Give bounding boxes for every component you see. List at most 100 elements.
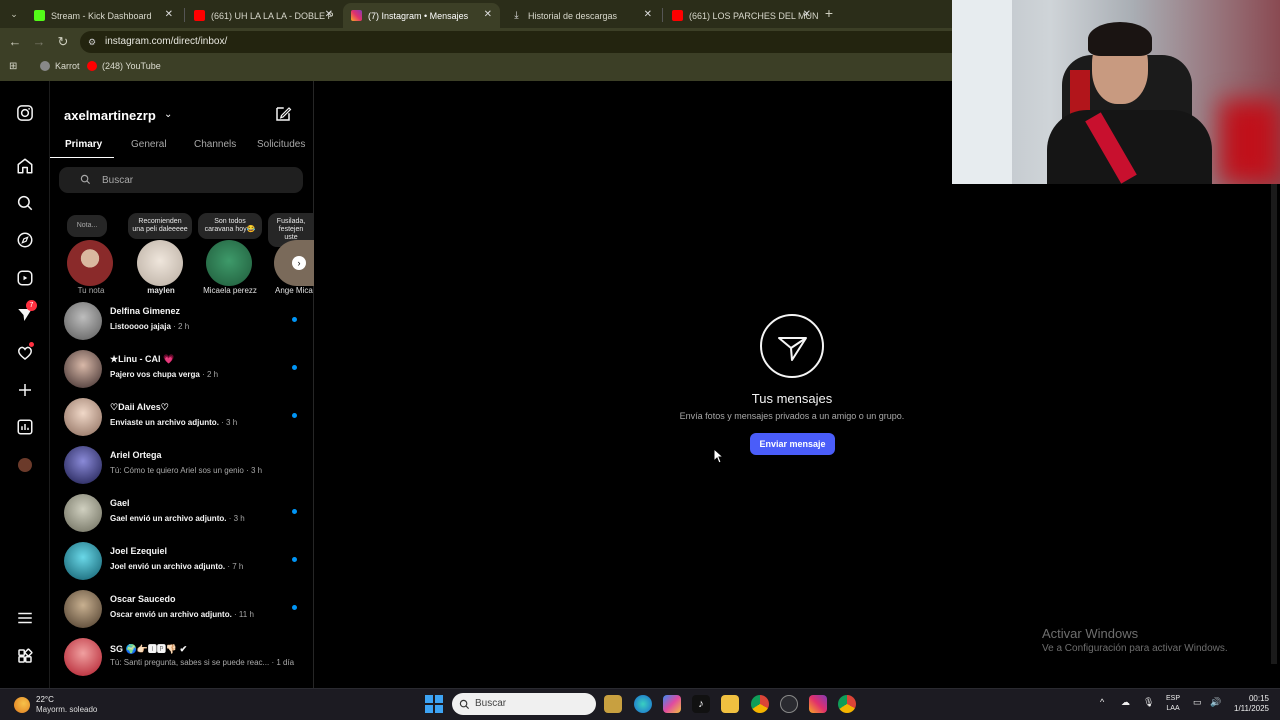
tab-youtube-2[interactable]: (661) LOS PARCHES DEL MUND ✕ (664, 3, 819, 28)
note-bubble[interactable]: Son todos caravana hoy😂 (198, 213, 262, 239)
avatar (64, 350, 102, 388)
language-indicator[interactable]: ESP LAA (1166, 694, 1180, 714)
tab-search-icon[interactable]: ⌄ (6, 6, 22, 22)
note-avatar[interactable] (137, 240, 183, 286)
chrome-icon[interactable] (751, 695, 769, 713)
send-message-button[interactable]: Enviar mensaje (750, 433, 835, 455)
avatar (64, 302, 102, 340)
copilot-icon[interactable] (663, 695, 681, 713)
forward-button[interactable]: → (31, 34, 47, 50)
unread-dot (292, 365, 297, 370)
conversation-row[interactable]: ♡Daii Alves♡ Enviaste un archivo adjunto… (64, 396, 312, 444)
conversation-name: Ariel Ortega (110, 450, 162, 460)
cloud-icon[interactable]: ☁ (1121, 697, 1130, 708)
menu-icon[interactable] (14, 607, 36, 629)
folder-icon[interactable] (721, 695, 739, 713)
instagram-icon[interactable] (809, 695, 827, 713)
chrome-profile-icon[interactable] (838, 695, 856, 713)
tab-channels[interactable]: Channels (194, 139, 236, 150)
note-bubble-own[interactable]: Nota... (67, 215, 107, 237)
notifications-heart-icon[interactable] (14, 342, 36, 364)
conversation-name: Joel Ezequiel (110, 546, 168, 556)
file-manager-icon[interactable] (604, 695, 622, 713)
karrot-icon (40, 61, 50, 71)
tab-title: (661) LOS PARCHES DEL MUND (689, 10, 819, 21)
note-name: maylen (147, 286, 175, 295)
conversation-row[interactable]: ★Linu - CAI 💗 Pajero vos chupa verga · 2… (64, 348, 312, 396)
instagram-nav-rail: 7 (0, 81, 50, 688)
note-bubble[interactable]: Recomienden una peli daleeeee (128, 213, 192, 239)
apps-grid-icon[interactable]: ⊞ (9, 61, 17, 72)
close-icon[interactable]: ✕ (165, 9, 173, 20)
back-button[interactable]: ← (7, 34, 23, 50)
home-icon[interactable] (14, 155, 36, 177)
conversation-row[interactable]: Delfina Gimenez Listooooo jajaja · 2 h (64, 300, 312, 348)
tab-primary[interactable]: Primary (65, 139, 102, 150)
create-icon[interactable] (14, 379, 36, 401)
also-from-meta-icon[interactable] (14, 645, 36, 667)
conversation-row[interactable]: SG 🌍👉🏻🅸🅿👎🏻 ✔ Tú: Santi pregunta, sabes s… (64, 636, 312, 684)
conversation-preview: Joel envió un archivo adjunto. · 7 h (110, 562, 244, 571)
chevron-up-icon[interactable]: ^ (1100, 697, 1104, 707)
conversation-row[interactable]: Oscar Saucedo Oscar envió un archivo adj… (64, 588, 312, 636)
tab-general[interactable]: General (131, 139, 167, 150)
youtube-icon (194, 10, 205, 21)
dashboard-icon[interactable] (14, 416, 36, 438)
instagram-logo-icon[interactable] (14, 102, 36, 124)
explore-icon[interactable] (14, 229, 36, 251)
conversation-name: ♡Daii Alves♡ (110, 402, 169, 412)
search-input[interactable] (59, 167, 303, 193)
reload-button[interactable]: ↻ (55, 34, 71, 50)
note-avatar[interactable] (67, 240, 113, 286)
avatar (64, 542, 102, 580)
messages-icon[interactable]: 7 (14, 300, 37, 326)
tab-youtube-1[interactable]: (661) UH LA LA LA - DOBLE P ✕ (186, 3, 341, 28)
tab-instagram[interactable]: (7) Instagram • Mensajes ✕ (343, 3, 500, 28)
close-icon[interactable]: ✕ (644, 9, 652, 20)
bookmark-youtube[interactable]: (248) YouTube (87, 61, 161, 71)
new-tab-button[interactable]: + (821, 5, 837, 21)
active-tab-indicator (50, 157, 114, 158)
account-username[interactable]: axelmartinezrp (64, 108, 156, 123)
windows-start-icon[interactable] (425, 695, 443, 713)
chevron-down-icon[interactable]: ⌄ (164, 109, 172, 120)
close-icon[interactable]: ✕ (325, 9, 333, 20)
url-text[interactable]: instagram.com/direct/inbox/ (105, 36, 227, 47)
tab-solicitudes[interactable]: Solicitudes (257, 139, 305, 150)
system-clock[interactable]: 00:15 1/11/2025 (1229, 694, 1269, 714)
taskbar-search-input[interactable] (452, 693, 596, 715)
microphone-icon[interactable]: 🎙 (1143, 697, 1154, 708)
compose-message-icon[interactable] (274, 105, 292, 123)
conversation-row[interactable]: Gael Gael envió un archivo adjunto. · 3 … (64, 492, 312, 540)
search-icon (80, 174, 91, 185)
profile-avatar-icon[interactable] (14, 454, 36, 476)
edge-icon[interactable] (634, 695, 652, 713)
site-info-icon[interactable]: ⚙ (88, 37, 96, 48)
page-scrollbar[interactable] (1271, 184, 1277, 664)
network-icon[interactable]: ▭ (1193, 697, 1202, 708)
conversation-row[interactable]: Ariel Ortega Tú: Cómo te quiero Ariel so… (64, 444, 312, 492)
weather-temperature: 22°C (36, 695, 54, 704)
note-avatar[interactable] (206, 240, 252, 286)
tab-title: Historial de descargas (528, 10, 618, 21)
close-icon[interactable]: ✕ (484, 9, 492, 20)
tab-title: Stream - Kick Dashboard (51, 10, 152, 21)
reels-icon[interactable] (14, 267, 36, 289)
note-name: Tu nota (77, 286, 105, 295)
tab-downloads[interactable]: ⤓ Historial de descargas ✕ (503, 3, 660, 28)
close-icon[interactable]: ✕ (803, 9, 811, 20)
tiktok-icon[interactable]: ♪ (692, 695, 710, 713)
volume-icon[interactable]: 🔊 (1210, 697, 1221, 708)
tab-kick[interactable]: Stream - Kick Dashboard ✕ (26, 3, 181, 28)
obs-icon[interactable] (780, 695, 798, 713)
bookmark-karrot[interactable]: Karrot (40, 61, 80, 71)
conversation-preview: Listooooo jajaja · 2 h (110, 322, 190, 331)
search-icon[interactable] (14, 192, 36, 214)
conversation-preview: Enviaste un archivo adjunto. · 3 h (110, 418, 238, 427)
activate-windows-title: Activar Windows (1042, 626, 1139, 641)
weather-widget[interactable]: 22°C Mayorm. soleado (14, 695, 97, 715)
instagram-icon (351, 10, 362, 21)
chevron-right-icon[interactable]: › (292, 256, 306, 270)
conversation-row[interactable]: Joel Ezequiel Joel envió un archivo adju… (64, 540, 312, 588)
conversation-name: ★Linu - CAI 💗 (110, 354, 175, 364)
